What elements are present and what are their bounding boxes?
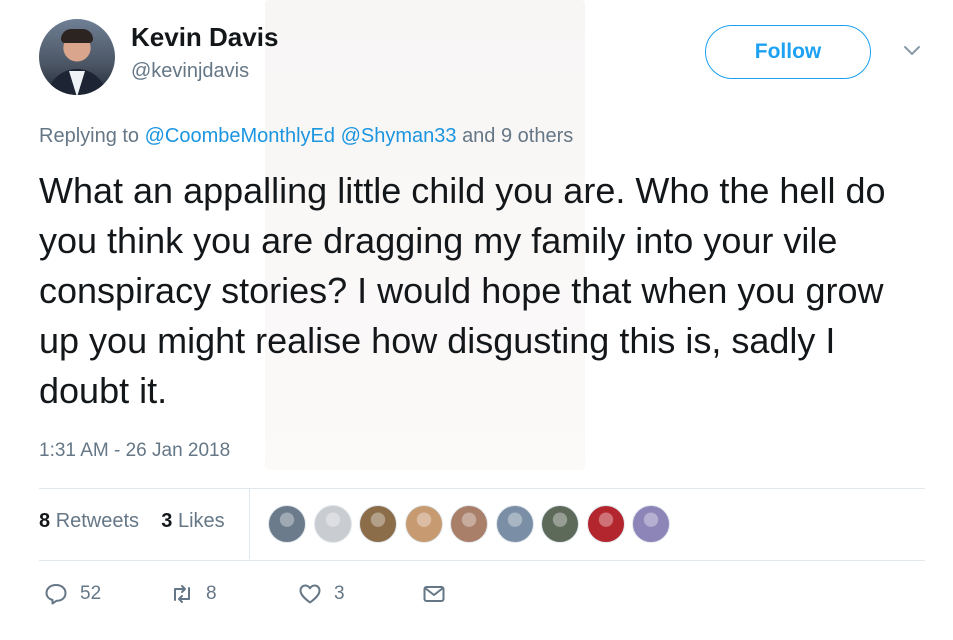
mention-link[interactable]: @CoombeMonthlyEd: [145, 125, 335, 147]
reply-others[interactable]: and 9 others: [462, 125, 573, 147]
tweet-text: What an appalling little child you are. …: [39, 170, 886, 411]
avatar-union-jack-icon[interactable]: [586, 505, 625, 543]
reply-count: 52: [80, 583, 102, 604]
retweet-count: 8: [206, 583, 217, 604]
tweet-stats: 8 Retweets 3 Likes: [39, 510, 225, 533]
mention-link[interactable]: @Shyman33: [341, 125, 457, 147]
likes-stat[interactable]: 3 Likes: [161, 510, 224, 532]
chevron-down-icon[interactable]: [902, 40, 922, 60]
divider: [39, 488, 925, 489]
default-avatar-icon[interactable]: [313, 505, 352, 543]
reply-prefix: Replying to: [39, 125, 140, 147]
display-name[interactable]: Kevin Davis: [131, 22, 278, 53]
avatar-photo-icon[interactable]: [268, 505, 306, 543]
avatar-photo-icon[interactable]: [495, 505, 534, 543]
avatar-otter-icon[interactable]: [359, 505, 397, 543]
avatar-photo-icon[interactable]: [632, 505, 670, 543]
avatar-hair: [61, 29, 93, 43]
user-handle[interactable]: @kevinjdavis: [131, 60, 249, 83]
stats-divider: [249, 489, 250, 559]
retweets-count: 8: [39, 510, 51, 532]
retweet-icon: [174, 585, 190, 603]
avatar[interactable]: [39, 19, 115, 95]
reply-icon: [45, 584, 67, 605]
heart-icon: [299, 584, 321, 604]
likes-count: 3: [161, 510, 173, 532]
avatar-photo-icon[interactable]: [450, 505, 488, 543]
reply-action[interactable]: 52: [44, 582, 101, 606]
follow-button[interactable]: Follow: [705, 25, 871, 79]
reply-context: Replying to @CoombeMonthlyEd @Shyman33 a…: [39, 125, 573, 148]
retweets-stat[interactable]: 8 Retweets: [39, 510, 139, 532]
avatar-photo-icon[interactable]: [404, 505, 443, 543]
like-action[interactable]: 3: [298, 582, 345, 606]
message-action[interactable]: [422, 582, 446, 606]
like-count: 3: [334, 583, 345, 604]
divider: [39, 560, 925, 561]
envelope-icon: [423, 586, 445, 602]
likes-label: Likes: [177, 510, 225, 532]
tweet-timestamp[interactable]: 1:31 AM - 26 Jan 2018: [39, 440, 230, 462]
avatar-photo-icon[interactable]: [541, 505, 579, 543]
retweets-label: Retweets: [55, 510, 140, 532]
retweet-action[interactable]: 8: [170, 582, 217, 606]
